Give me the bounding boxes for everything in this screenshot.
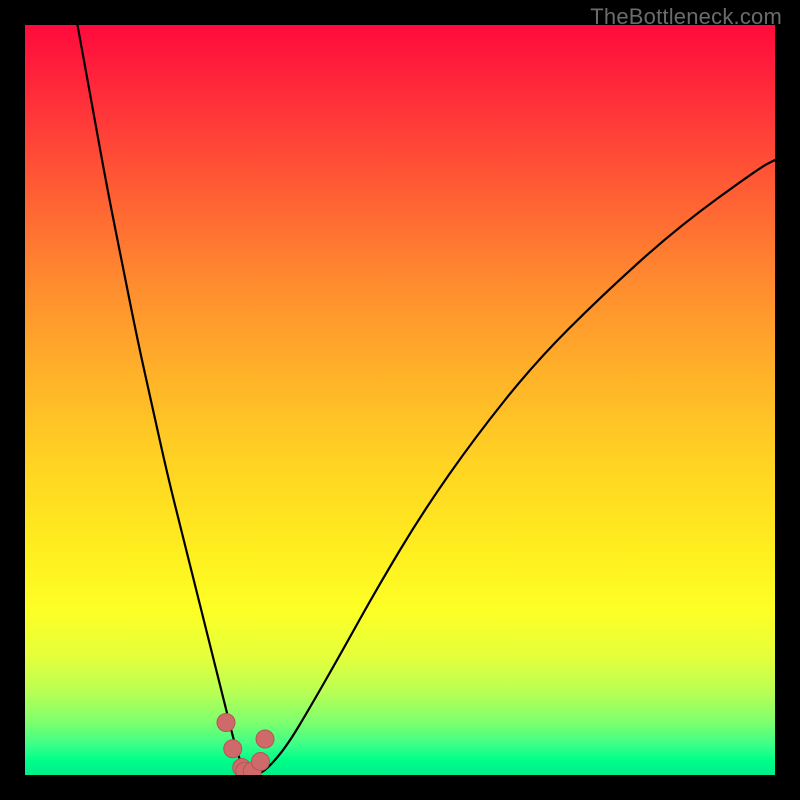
marker-dot	[256, 730, 274, 748]
marker-dot	[217, 714, 235, 732]
marker-dot	[252, 753, 270, 771]
watermark-text: TheBottleneck.com	[590, 4, 782, 30]
marker-layer	[25, 25, 775, 775]
marker-dot	[224, 740, 242, 758]
chart-plot-area	[25, 25, 775, 775]
